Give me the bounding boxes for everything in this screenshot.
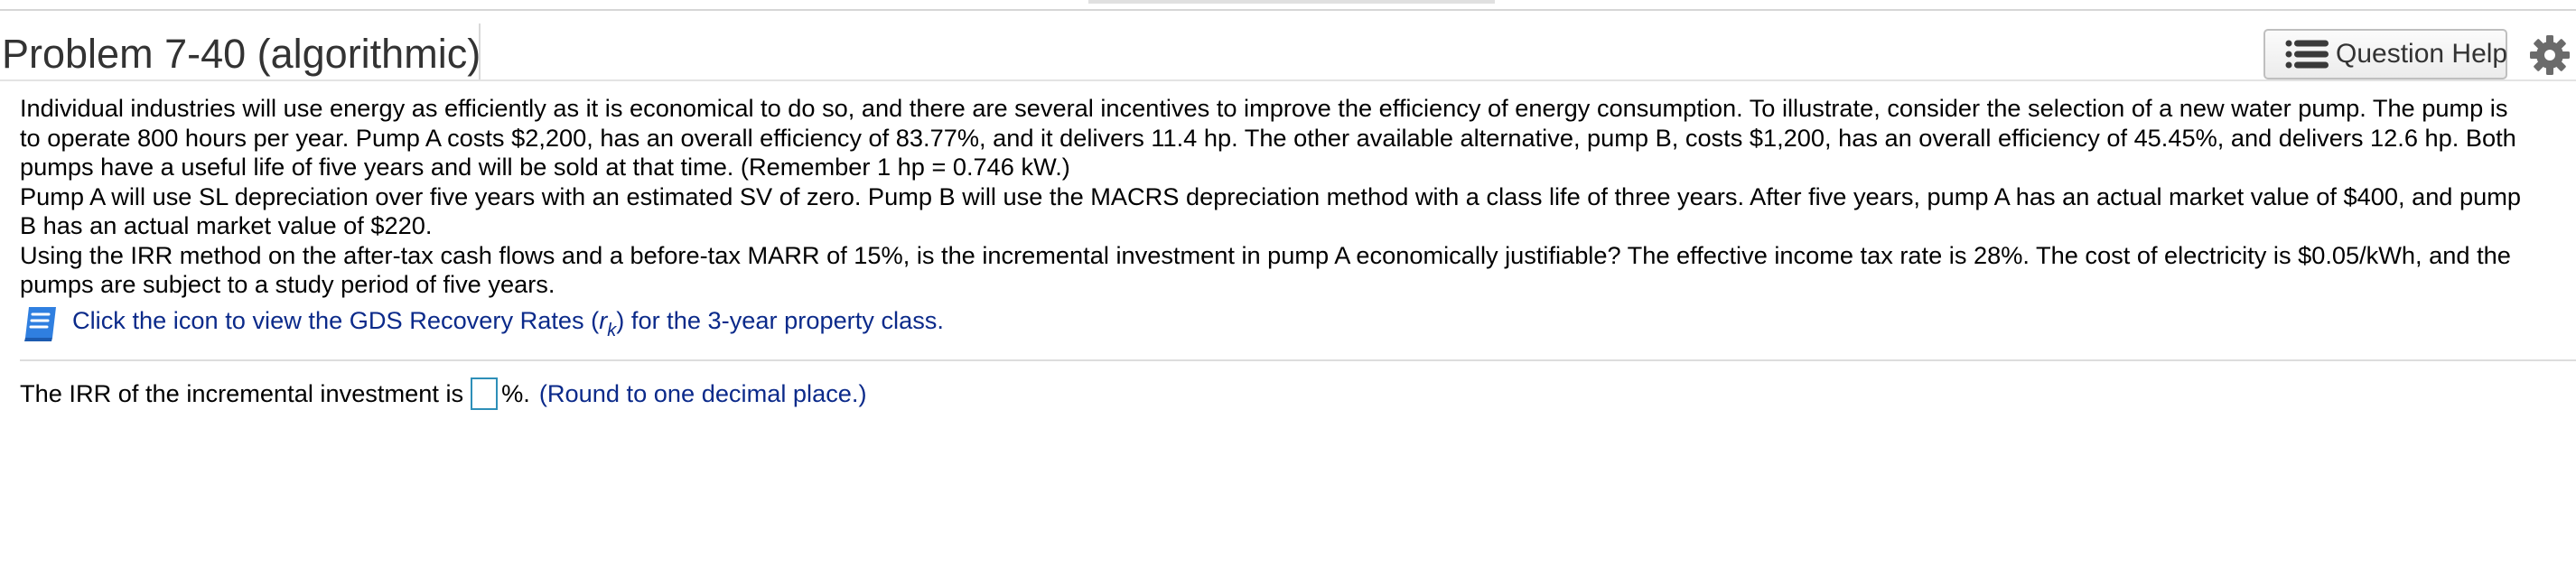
question-help-button[interactable]: Question Help	[2263, 29, 2507, 79]
problem-paragraph-3: Using the IRR method on the after-tax ca…	[20, 240, 2511, 299]
gear-icon[interactable]	[2529, 34, 2571, 76]
link-text-before: Click the icon to view the GDS Recovery …	[72, 305, 600, 334]
answer-prompt: The IRR of the incremental investment is	[20, 379, 464, 407]
book-icon[interactable]	[20, 303, 61, 343]
title-divider	[479, 23, 481, 79]
link-text-after: ) for the 3-year property class.	[616, 305, 944, 334]
top-tab-indicator	[1088, 0, 1495, 4]
list-icon	[2285, 39, 2330, 70]
gds-recovery-rates-link-row: Click the icon to view the GDS Recovery …	[20, 303, 944, 343]
gds-recovery-rates-link[interactable]: Click the icon to view the GDS Recovery …	[72, 306, 944, 341]
problem-statement: Individual industries will use energy as…	[20, 94, 2522, 300]
rounding-hint: (Round to one decimal place.)	[538, 379, 867, 407]
link-subscript: k	[607, 320, 617, 340]
section-separator	[20, 359, 2576, 361]
answer-row: The IRR of the incremental investment is…	[20, 374, 867, 414]
irr-answer-input[interactable]	[471, 377, 499, 410]
page-title: Problem 7-40 (algorithmic)	[2, 31, 481, 77]
problem-paragraph-2: Pump A will use SL depreciation over fiv…	[20, 182, 2521, 240]
problem-header: Problem 7-40 (algorithmic) Question Help	[0, 11, 2576, 81]
question-help-label: Question Help	[2336, 39, 2508, 69]
link-r-symbol: r	[599, 305, 608, 334]
problem-paragraph-1: Individual industries will use energy as…	[20, 94, 2516, 181]
answer-suffix: %.	[501, 379, 530, 407]
